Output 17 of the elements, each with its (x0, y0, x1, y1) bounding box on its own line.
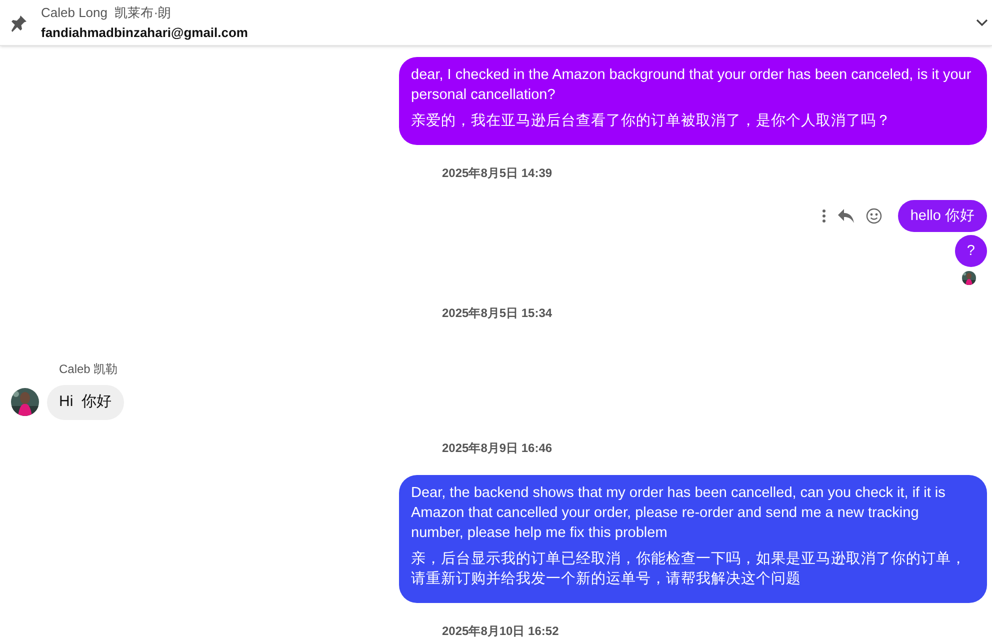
chevron-down-icon[interactable] (976, 18, 988, 26)
timestamp: 2025年8月9日 16:46 (442, 440, 552, 454)
timestamp: 2025年8月5日 15:34 (442, 306, 552, 320)
message-bubble: hello 你好 (898, 200, 987, 232)
more-icon[interactable] (822, 209, 826, 223)
contact-email: fandiahmadbinzahari@gmail.com (41, 24, 248, 42)
message-bubble: dear, I checked in the Amazon background that your order has been canceled, is it your personal cancellation? 亲爱的，我在亚马逊后台查看了你的订单被取消了，是你个人取消了吗？ (399, 57, 987, 145)
emoji-icon[interactable] (866, 208, 882, 224)
contact-name: Caleb Long 凯莱布·朗 (41, 4, 172, 22)
sender-name: Caleb 凯勒 (59, 362, 118, 376)
message-bubble: Hi 你好 (47, 385, 124, 420)
message-bubble: Dear, the backend shows that my order has been cancelled, can you check it, if it is Amazon that cancelled your order, please re-order and send me a new tracking number, please help me fix this problem 亲，后台显示我的订单已经取消，你能检查一下吗，如果是亚马逊取消了你的订单，请重新订购并给我发一个新的运单号，请帮我解决这个问题 (399, 474, 987, 602)
reply-icon[interactable] (838, 209, 854, 223)
timestamp: 2025年8月5日 14:39 (442, 166, 552, 180)
pin-icon[interactable] (10, 14, 28, 32)
message-bubble: ? (954, 235, 987, 267)
timestamp: 2025年8月10日 16:52 (442, 624, 559, 637)
